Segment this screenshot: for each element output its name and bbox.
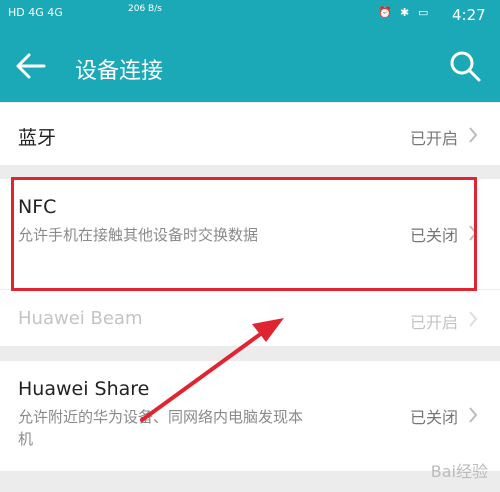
- watermark: Bai经验: [430, 462, 488, 481]
- annotation-arrow: [140, 318, 284, 422]
